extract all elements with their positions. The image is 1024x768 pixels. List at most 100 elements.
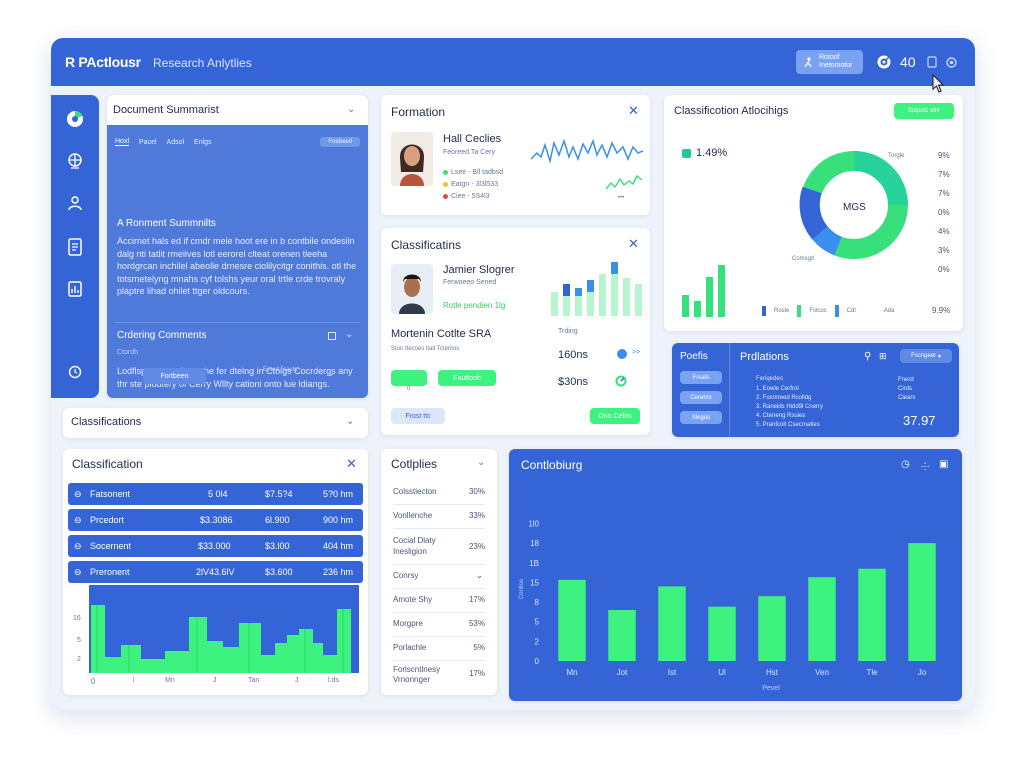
confirm-button[interactable]: Onn Cefos (590, 408, 640, 424)
dashboard-icon[interactable] (65, 109, 85, 129)
document-summary-title: Document Summarist (113, 104, 219, 116)
chart-bar (758, 596, 786, 661)
classifications-strip[interactable]: Classifications ⌄ (63, 408, 368, 438)
chevron-down-icon[interactable]: ⌄ (477, 457, 485, 468)
comments-meta: Ctordh (117, 349, 139, 356)
filter-dropdown[interactable]: Fscngeer ▾ (900, 349, 952, 363)
y-tick: 16 (73, 615, 81, 622)
contributing-chart-card: Contlobiurg ◷ ⸭ ▣ 0 2 5 8 15 1B 18 1l0 Mn Jot Ist U… (509, 449, 962, 701)
y-tick: 5 (77, 637, 81, 644)
list-item[interactable]: Amote Shy 17% (393, 589, 485, 613)
legend-swatch (682, 149, 691, 158)
prediction-item[interactable]: 3. Ranelds Hidd9l Cnerry (756, 403, 823, 411)
doc-tab[interactable]: Pacel (139, 139, 157, 146)
x-axis-label: Pevel (762, 685, 780, 692)
side-button[interactable]: Frsats (680, 371, 722, 384)
close-icon[interactable]: ✕ (628, 103, 639, 119)
doc-tab[interactable]: Adsol (167, 139, 185, 146)
blue-dot-icon (617, 349, 627, 359)
sidebar (51, 95, 99, 398)
chevron-down-icon: ⌄ (476, 571, 483, 580)
stat-line: Lsee - Bll tadbsd (443, 169, 503, 176)
chart-bar (908, 543, 936, 661)
chart-bar (608, 609, 636, 661)
doc-tab[interactable]: Enlgs (194, 139, 212, 146)
table-row[interactable]: ⊖ Fatsonent 5 0l4 $7.5?4 5?0 hm (68, 483, 363, 505)
predictions-list-title: Feriqedeo (756, 376, 784, 382)
chevron-down-icon[interactable]: ⌄ (345, 329, 353, 340)
list-item[interactable]: Forlscntlnesy Vrnonnger 17% (393, 661, 485, 689)
table-row[interactable]: ⊖ Preronent 2lV43.6lV $3.600 236 hm (68, 561, 363, 583)
table-row[interactable]: ⊖ Prcedort $3.3086 6l.900 900 hm (68, 509, 363, 531)
classification-table-card: Classification ✕ ⊖ Fatsonent 5 0l4 $7.5?… (63, 449, 368, 695)
list-item[interactable]: Cocial Dlaty Inesligion 23% (393, 529, 485, 565)
grid-icon[interactable]: ⊞ (879, 351, 887, 362)
document-icon[interactable] (926, 56, 938, 68)
chevron-down-icon[interactable]: ⌄ (346, 416, 354, 427)
chevron-down-icon[interactable]: ⌄ (327, 368, 335, 379)
list-item[interactable]: Porlachle 5% (393, 637, 485, 661)
formation-title: Formation (391, 105, 446, 119)
list-item[interactable]: Conrsy ⌄ (393, 565, 485, 589)
target-icon[interactable] (876, 54, 892, 70)
copy-icon[interactable] (328, 332, 336, 340)
green-action-button[interactable]: Fauttoob (438, 370, 496, 386)
prediction-item[interactable]: 1. Eowle Cerfrol (756, 385, 823, 393)
categories-list-card: Cotlplies ⌄ Colsstiecton 30% Vonllenche 33… (381, 449, 497, 695)
predictions-title: Prdlations (740, 351, 789, 363)
table-row[interactable]: ⊖ Socernent $33.000 $3.l00 404 hm (68, 535, 363, 557)
donut-label-top: Torgle (888, 153, 905, 159)
x-tick: Tan (248, 677, 260, 684)
app-subtitle: Research Anlytlies (153, 56, 252, 70)
x-tick: l (133, 677, 135, 684)
green-bars-mini (682, 265, 725, 317)
gauge-icon (615, 375, 627, 387)
metric-subtitle: Ston Itecoes ltalt Tctemos (391, 346, 460, 352)
divider (115, 322, 360, 323)
prediction-item[interactable]: 2. Fosmreed Rcolldg (756, 394, 823, 402)
list-item[interactable]: Morgpre 53% (393, 613, 485, 637)
predictions-panel: Poefis Frsats Cerenrs Slegos Prdlations … (672, 343, 959, 437)
side-button[interactable]: Slegos (680, 411, 722, 424)
classification-allocation-card: Classificotion Atlocihigs Sotpots othr 1… (664, 95, 963, 331)
y-tick-label: 5 (535, 618, 540, 627)
close-icon[interactable]: ✕ (346, 456, 357, 472)
document-tabs: Hoxl Pacel Adsol Enlgs Fnebeed (115, 135, 360, 149)
report-icon[interactable] (65, 279, 85, 299)
users-icon[interactable] (65, 193, 85, 213)
forward-icon[interactable]: >> (632, 349, 640, 356)
side-button[interactable]: Cerenrs (680, 391, 722, 404)
file-icon[interactable] (65, 237, 85, 257)
clock-icon[interactable] (65, 362, 85, 382)
top-action-label: Rotoof Inetomotor (819, 54, 853, 69)
document-summary-header: Document Summarist ⌄ (107, 95, 368, 125)
green-pill-button[interactable] (391, 370, 427, 386)
settings-icon[interactable] (944, 55, 958, 69)
search-icon[interactable]: ⚲ (864, 351, 871, 362)
close-icon[interactable]: ✕ (628, 236, 639, 252)
chart-bar (708, 606, 736, 661)
brand-name[interactable]: R PActlousr (65, 54, 141, 70)
top-action-button[interactable]: Rotoof Inetomotor (796, 50, 863, 74)
list-item[interactable]: Colsstiecton 30% (393, 481, 485, 505)
histogram-bars (91, 605, 351, 673)
y-tick: 2 (77, 656, 81, 663)
x-tick: l.ds (328, 677, 339, 684)
doc-action-button[interactable]: Fortbeen (143, 368, 206, 384)
prediction-item[interactable]: 4. Cteneng Rsuies (756, 412, 823, 420)
allocation-legend: Rosle Fslcos Cdl Ada (762, 305, 894, 317)
doc-tab[interactable]: Hoxl (115, 138, 130, 146)
globe-icon[interactable] (65, 151, 85, 171)
green-status-label: Rotle pendien 1lg (443, 301, 506, 310)
chevron-down-icon[interactable]: ⌄ (347, 104, 355, 115)
x-tick: J (295, 677, 299, 684)
more-dots-icon[interactable]: ••• (618, 195, 624, 201)
doc-tab-pill[interactable]: Fnebeed (320, 137, 360, 147)
allocation-button[interactable]: Sotpots othr (894, 103, 954, 119)
x-tick-label: Ist (668, 668, 677, 677)
print-button[interactable]: Frost ttc (391, 408, 445, 424)
prediction-item[interactable]: 5. Pranfcolt Csecrnatles (756, 421, 823, 429)
list-item[interactable]: Vonllenche 33% (393, 505, 485, 529)
doc-small-note: Eeted Frauts (263, 367, 298, 373)
classifications-card-title: Classificatins (391, 238, 462, 252)
